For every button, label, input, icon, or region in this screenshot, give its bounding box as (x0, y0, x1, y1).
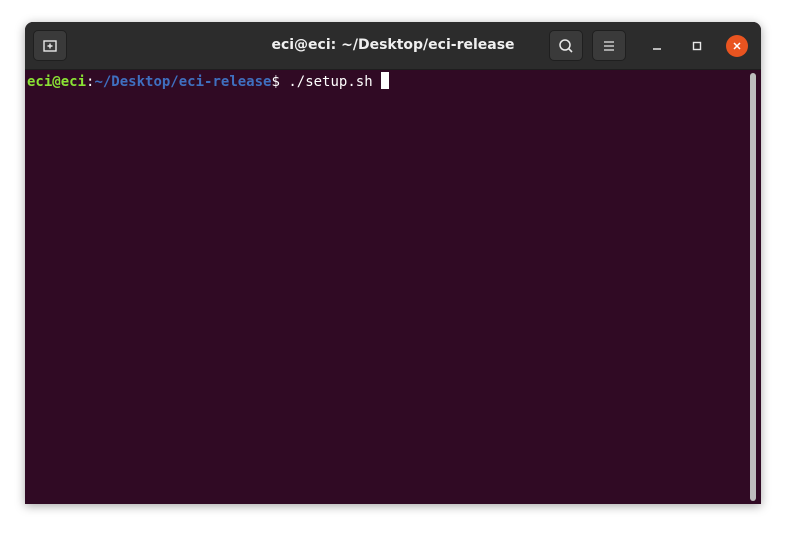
minimize-button[interactable] (646, 35, 668, 57)
close-button[interactable] (726, 35, 748, 57)
prompt-path: ~/Desktop/eci-release (94, 74, 272, 90)
terminal-content[interactable]: eci@eci:~/Desktop/eci-release$ ./setup.s… (25, 70, 761, 504)
minimize-icon (653, 48, 661, 50)
scrollbar[interactable] (750, 73, 756, 501)
new-tab-button[interactable] (33, 30, 67, 61)
typed-command: ./setup.sh (279, 74, 382, 90)
close-icon (733, 42, 741, 50)
maximize-button[interactable] (686, 35, 708, 57)
menu-button[interactable] (592, 30, 626, 61)
hamburger-menu-icon (604, 40, 614, 51)
text-cursor (381, 72, 390, 89)
new-tab-icon (43, 39, 57, 52)
search-button[interactable] (549, 30, 583, 61)
maximize-icon (692, 41, 702, 51)
terminal-window: eci@eci: ~/Desktop/eci-release eci@eci:~… (25, 22, 761, 504)
terminal-prompt-line: eci@eci:~/Desktop/eci-release$ ./setup.s… (27, 72, 390, 91)
search-icon (559, 38, 573, 53)
prompt-user: eci@eci (27, 74, 87, 90)
header-bar[interactable]: eci@eci: ~/Desktop/eci-release (25, 22, 761, 70)
prompt-symbol: $ (271, 74, 280, 90)
